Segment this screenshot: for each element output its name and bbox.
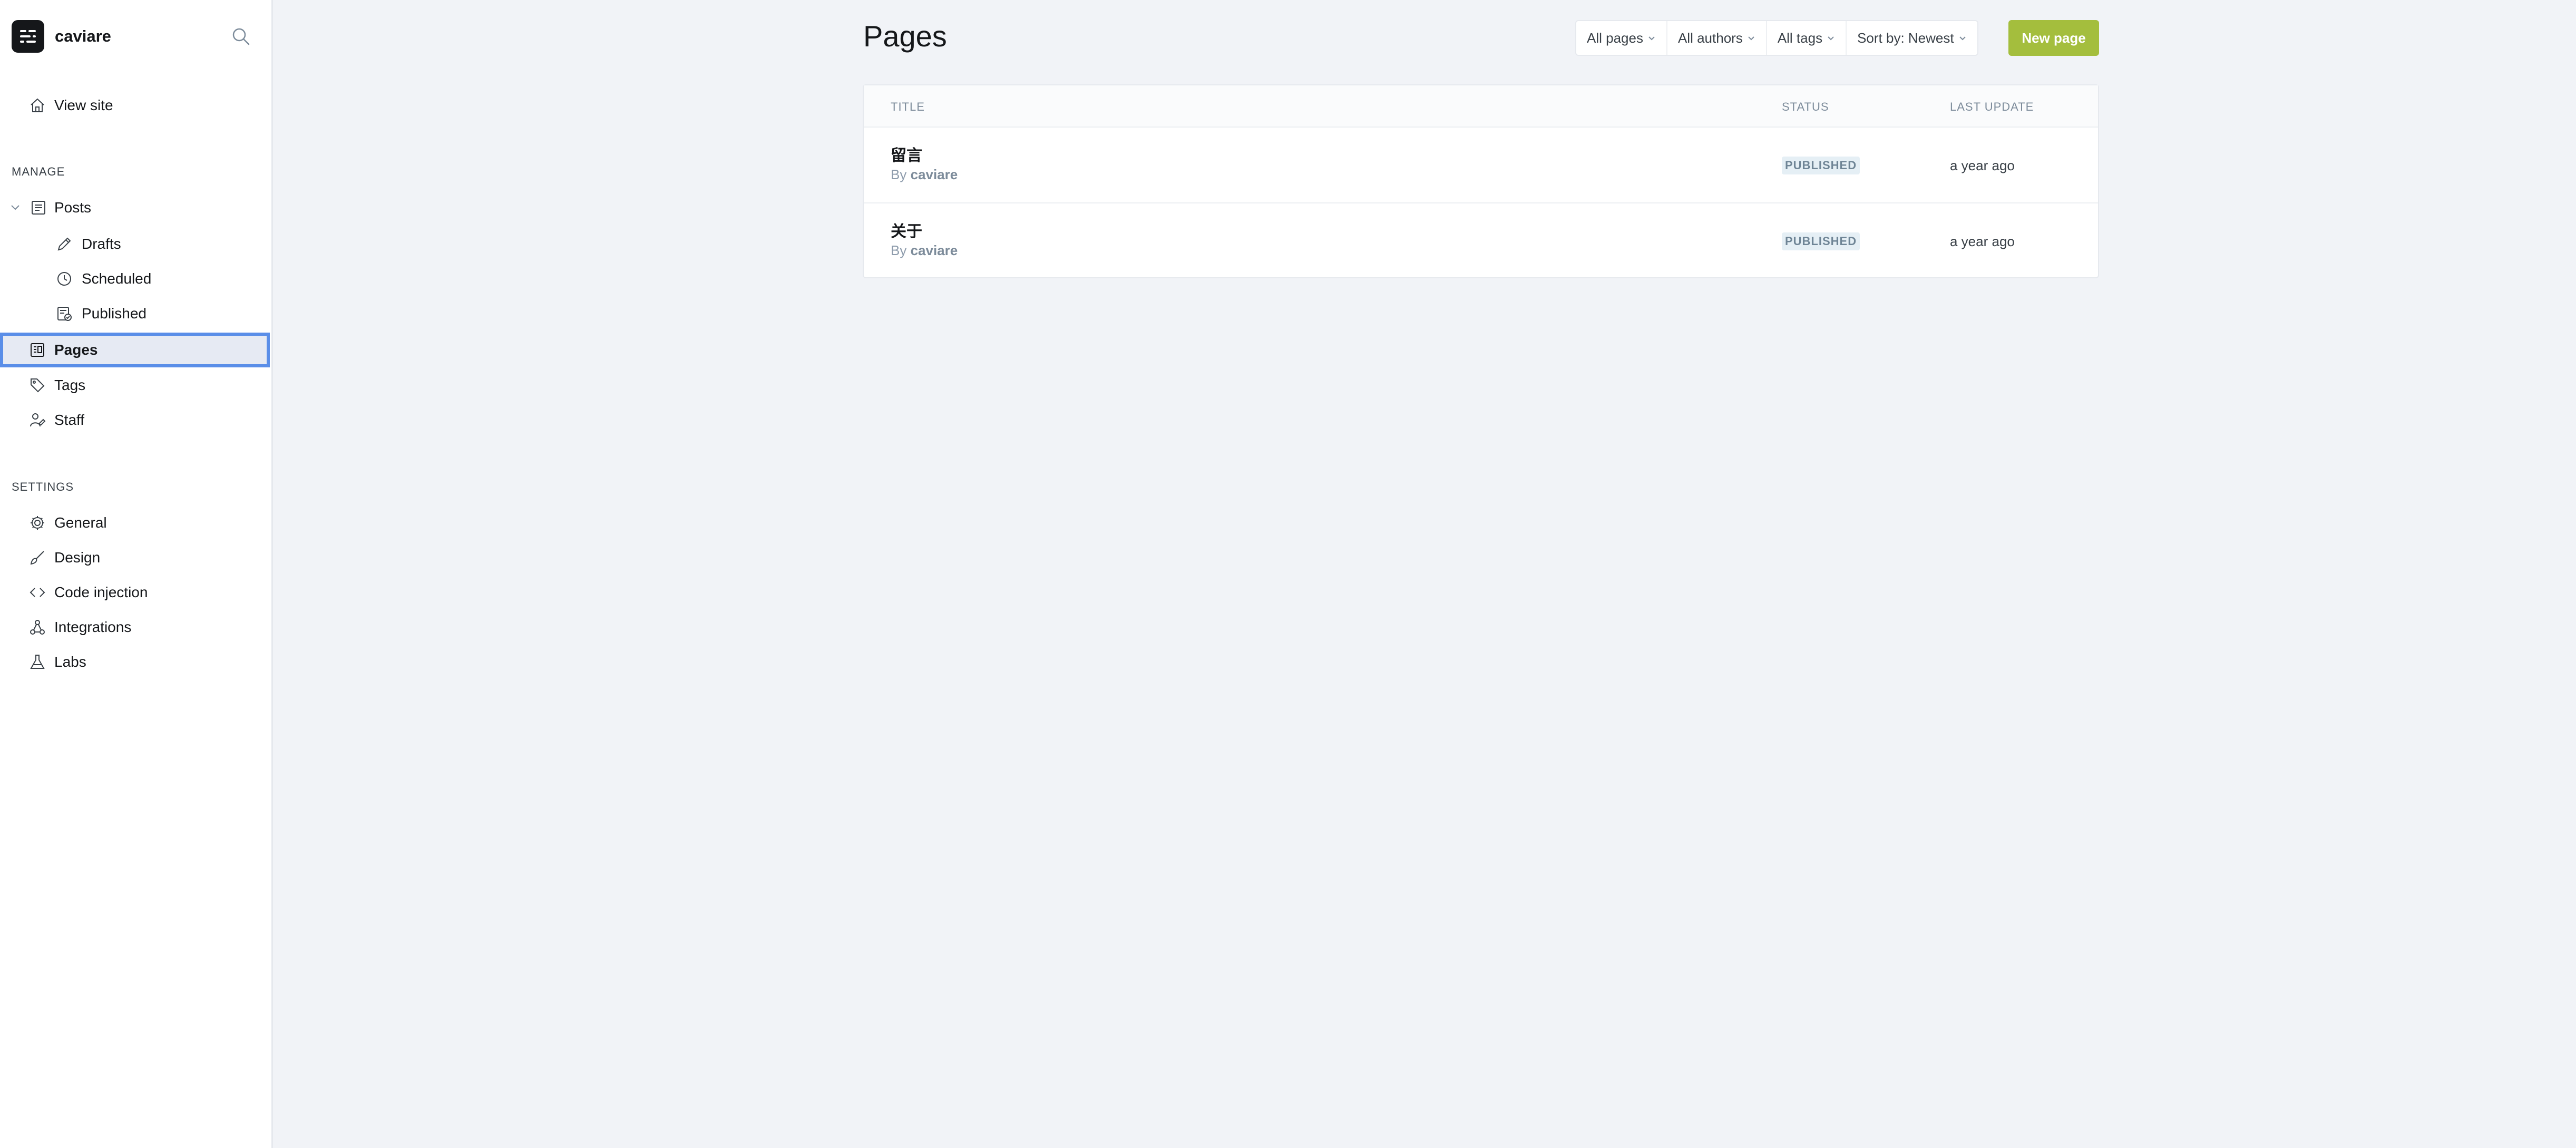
sidebar-item-label: View site <box>54 97 113 113</box>
filter-label: Sort by: Newest <box>1857 30 1954 46</box>
filter-label: All pages <box>1587 30 1643 46</box>
flask-icon <box>28 653 47 672</box>
chevron-down-icon <box>1958 34 1967 42</box>
row-author: caviare <box>910 242 958 258</box>
filter-label: All authors <box>1677 30 1743 46</box>
search-button[interactable] <box>229 25 252 48</box>
sidebar-item-scheduled[interactable]: Scheduled <box>0 261 270 296</box>
chevron-down-icon[interactable] <box>9 202 21 213</box>
row-author: caviare <box>910 167 958 182</box>
sidebar-item-label: General <box>54 514 107 531</box>
pages-icon <box>28 340 47 359</box>
pages-table: TITLE STATUS LAST UPDATE 留言 By caviare P… <box>863 84 2099 278</box>
posts-icon <box>29 198 48 217</box>
gear-icon <box>28 513 47 532</box>
sidebar-item-labs[interactable]: Labs <box>0 645 270 679</box>
table-row[interactable]: 留言 By caviare PUBLISHED a year ago <box>864 128 2098 203</box>
search-icon <box>231 27 250 46</box>
new-page-button[interactable]: New page <box>2008 20 2099 56</box>
section-title-settings: SETTINGS <box>12 480 74 493</box>
chevron-down-icon <box>1747 34 1755 42</box>
row-byline: By caviare <box>891 167 958 183</box>
sidebar-item-pages[interactable]: Pages <box>0 333 270 367</box>
sidebar-item-posts[interactable]: Posts <box>0 190 270 225</box>
sidebar-item-label: Staff <box>54 412 85 428</box>
tag-icon <box>28 376 47 395</box>
byline-prefix: By <box>891 242 907 258</box>
sidebar-item-label: Posts <box>54 199 92 216</box>
column-header-status: STATUS <box>1782 100 1829 113</box>
sidebar-item-label: Code injection <box>54 584 148 600</box>
row-last-update: a year ago <box>1950 158 2015 173</box>
filter-label: All tags <box>1777 30 1823 46</box>
published-icon <box>55 304 74 323</box>
row-title[interactable]: 关于 <box>891 218 922 241</box>
pencil-icon <box>55 235 74 254</box>
sidebar-item-general[interactable]: General <box>0 505 270 540</box>
page-title: Pages <box>863 20 947 53</box>
sidebar-item-label: Integrations <box>54 619 132 635</box>
sidebar-item-label: Tags <box>54 377 86 393</box>
row-last-update: a year ago <box>1950 234 2015 249</box>
sidebar-item-label: Pages <box>54 342 98 358</box>
status-badge: PUBLISHED <box>1782 232 1860 250</box>
filter-page-type[interactable]: All pages <box>1576 21 1667 55</box>
sidebar: caviare View site MANAGE Posts Drafts Sc… <box>0 0 273 1148</box>
table-row[interactable]: 关于 By caviare PUBLISHED a year ago <box>864 203 2098 279</box>
ghost-logo-icon <box>12 20 44 53</box>
filter-tags[interactable]: All tags <box>1767 21 1847 55</box>
home-icon <box>28 96 47 115</box>
code-icon <box>28 583 47 602</box>
sidebar-item-label: Labs <box>54 654 86 670</box>
filter-sort[interactable]: Sort by: Newest <box>1847 21 1977 55</box>
column-header-title: TITLE <box>891 100 925 113</box>
sidebar-item-label: Published <box>82 305 147 322</box>
sidebar-item-label: Drafts <box>82 236 121 252</box>
chevron-down-icon <box>1827 34 1835 42</box>
brand-name: caviare <box>55 27 111 45</box>
sidebar-item-tags[interactable]: Tags <box>0 368 270 403</box>
byline-prefix: By <box>891 167 907 182</box>
sidebar-item-staff[interactable]: Staff <box>0 403 270 437</box>
filter-bar: All pages All authors All tags Sort by: … <box>1575 20 1978 56</box>
section-title-manage: MANAGE <box>12 165 65 178</box>
filter-authors[interactable]: All authors <box>1667 21 1767 55</box>
table-header: TITLE STATUS LAST UPDATE <box>864 85 2098 128</box>
sidebar-item-code-injection[interactable]: Code injection <box>0 575 270 610</box>
sidebar-item-label: Scheduled <box>82 270 152 287</box>
staff-icon <box>28 411 47 430</box>
row-byline: By caviare <box>891 242 958 259</box>
integrations-icon <box>28 618 47 637</box>
status-badge: PUBLISHED <box>1782 157 1860 174</box>
sidebar-item-design[interactable]: Design <box>0 540 270 575</box>
sidebar-item-drafts[interactable]: Drafts <box>0 227 270 261</box>
brush-icon <box>28 548 47 567</box>
brand[interactable]: caviare <box>12 20 111 53</box>
sidebar-item-view-site[interactable]: View site <box>0 88 270 123</box>
column-header-last-update: LAST UPDATE <box>1950 100 2034 113</box>
sidebar-item-label: Design <box>54 549 101 566</box>
chevron-down-icon <box>1647 34 1656 42</box>
sidebar-item-published[interactable]: Published <box>0 296 270 331</box>
clock-icon <box>55 269 74 288</box>
row-title[interactable]: 留言 <box>891 142 922 166</box>
sidebar-item-integrations[interactable]: Integrations <box>0 610 270 645</box>
